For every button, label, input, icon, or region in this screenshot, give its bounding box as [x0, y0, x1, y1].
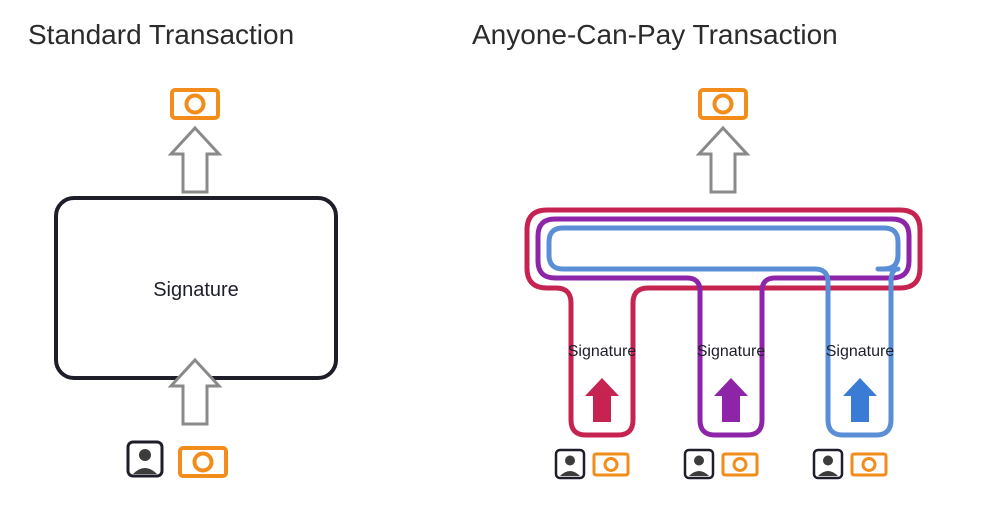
money-icon	[594, 454, 628, 475]
contributor-2: Signature	[685, 343, 765, 478]
right-title: Anyone-Can-Pay Transaction	[472, 19, 838, 50]
signature-label: Signature	[826, 343, 895, 360]
standard-transaction-group: Standard Transaction Signature	[28, 19, 336, 476]
up-arrow-icon	[171, 128, 219, 192]
user-icon	[128, 442, 162, 476]
user-icon	[556, 450, 584, 478]
up-arrow-icon	[699, 128, 747, 192]
user-icon	[685, 450, 713, 478]
money-icon	[723, 454, 757, 475]
signature-label: Signature	[568, 343, 637, 360]
contributor-1: Signature	[556, 343, 636, 478]
up-arrow-solid-icon	[714, 378, 748, 422]
signature-label: Signature	[153, 279, 239, 301]
money-icon	[700, 90, 746, 118]
user-icon	[814, 450, 842, 478]
envelope-inner-fix	[878, 255, 898, 269]
anyone-can-pay-group: Anyone-Can-Pay Transaction Signature Sig…	[472, 19, 920, 478]
money-icon	[852, 454, 886, 475]
left-title: Standard Transaction	[28, 19, 294, 50]
signature-label: Signature	[697, 343, 766, 360]
money-icon	[172, 90, 218, 118]
up-arrow-solid-icon	[843, 378, 877, 422]
money-icon	[180, 448, 226, 476]
diagram-canvas: Standard Transaction Signature Anyone-Ca…	[0, 0, 984, 514]
up-arrow-solid-icon	[585, 378, 619, 422]
